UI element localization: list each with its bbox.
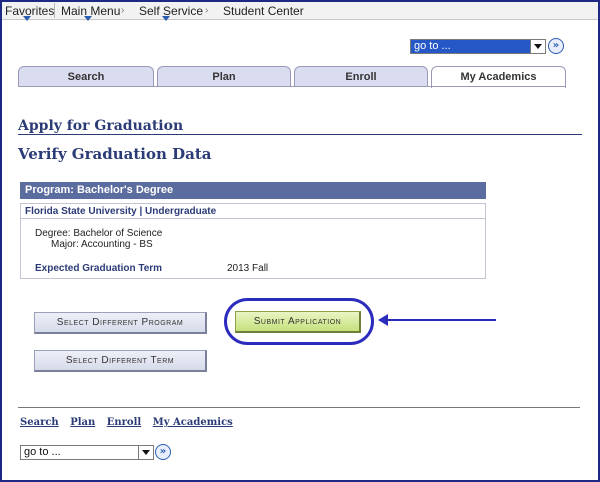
major-text: Major: Accounting - BS bbox=[51, 239, 153, 250]
main-menu-dropdown-icon[interactable] bbox=[84, 16, 92, 21]
degree-text: Degree: Bachelor of Science bbox=[35, 228, 163, 239]
tab-baseline bbox=[18, 86, 566, 87]
menu-bar: Favorites Main Menu › Self Service › Stu… bbox=[2, 2, 598, 21]
goto-select-bottom[interactable]: go to ... bbox=[20, 445, 154, 460]
tab-plan[interactable]: Plan bbox=[157, 66, 291, 87]
footer-link-plan[interactable]: Plan bbox=[70, 417, 95, 428]
goto-select-top[interactable]: go to ... bbox=[410, 39, 546, 54]
chevron-down-icon bbox=[534, 44, 542, 49]
tab-my-academics[interactable]: My Academics bbox=[431, 66, 566, 88]
select-different-term-button[interactable]: Select Different Term bbox=[34, 350, 207, 372]
page-title: Apply for Graduation bbox=[18, 118, 184, 134]
double-chevron-right-icon[interactable]: » bbox=[548, 38, 564, 54]
callout-arrow-shaft bbox=[386, 319, 496, 321]
program-header: Program: Bachelor's Degree bbox=[20, 182, 486, 199]
breadcrumb-student-center[interactable]: Student Center bbox=[223, 4, 304, 18]
footer-link-my-academics[interactable]: My Academics bbox=[153, 417, 233, 428]
title-divider bbox=[18, 134, 582, 135]
breadcrumb-arrow-icon: › bbox=[121, 5, 125, 16]
breadcrumb-arrow-icon: › bbox=[205, 5, 209, 16]
dropdown-button[interactable] bbox=[138, 446, 153, 459]
dropdown-button[interactable] bbox=[530, 40, 545, 53]
goto-select-value: go to ... bbox=[24, 446, 61, 458]
expected-term-label: Expected Graduation Term bbox=[35, 263, 163, 274]
footer-link-enroll[interactable]: Enroll bbox=[107, 417, 141, 428]
institution-career: Florida State University | Undergraduate bbox=[21, 204, 485, 219]
page-subtitle: Verify Graduation Data bbox=[18, 145, 212, 163]
menu-separator bbox=[54, 3, 55, 18]
tab-enroll[interactable]: Enroll bbox=[294, 66, 428, 87]
footer-divider bbox=[18, 407, 580, 408]
double-chevron-right-icon[interactable]: » bbox=[155, 444, 171, 460]
program-details-box: Florida State University | Undergraduate… bbox=[20, 203, 486, 279]
footer-links: Search Plan Enroll My Academics bbox=[20, 417, 241, 428]
self-service-dropdown-icon[interactable] bbox=[162, 16, 170, 21]
chevron-down-icon bbox=[142, 450, 150, 455]
highlight-oval bbox=[224, 298, 374, 345]
arrow-left-icon bbox=[378, 314, 388, 326]
expected-term-value: 2013 Fall bbox=[227, 263, 269, 274]
breadcrumb-self-service[interactable]: Self Service bbox=[139, 4, 203, 18]
goto-select-value: go to ... bbox=[414, 40, 451, 52]
tab-search[interactable]: Search bbox=[18, 66, 154, 87]
favorites-dropdown-icon[interactable] bbox=[23, 16, 31, 21]
select-different-program-button[interactable]: Select Different Program bbox=[34, 312, 207, 334]
footer-link-search[interactable]: Search bbox=[20, 417, 59, 428]
